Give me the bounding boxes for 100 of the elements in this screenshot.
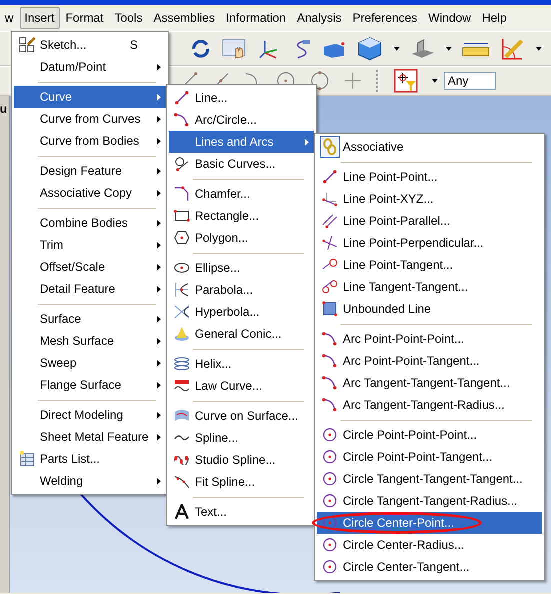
square-icon bbox=[322, 301, 338, 317]
crossing-lines-icon bbox=[322, 235, 338, 251]
menu-item[interactable]: Text... bbox=[169, 501, 314, 523]
menu-bar-item[interactable]: Analysis bbox=[292, 7, 347, 29]
menu-item[interactable]: Fit Spline... bbox=[169, 471, 314, 493]
menu-item[interactable]: Circle Center-Radius... bbox=[317, 534, 542, 556]
menu-item[interactable]: Line Point-Tangent... bbox=[317, 254, 542, 276]
rectangle-icon bbox=[174, 208, 190, 224]
wave-icon bbox=[174, 378, 190, 394]
circle-icon bbox=[322, 559, 338, 575]
menu-item[interactable]: Flange Surface bbox=[14, 374, 166, 396]
arc-icon bbox=[174, 112, 190, 128]
dropdown-arrow-icon[interactable] bbox=[536, 46, 542, 50]
dropdown-arrow-icon[interactable] bbox=[394, 46, 400, 50]
circle-line-icon bbox=[174, 156, 190, 172]
menu-item[interactable]: Parabola... bbox=[169, 279, 314, 301]
menu-item[interactable]: Curve bbox=[14, 86, 166, 108]
menu-bar-item[interactable]: Tools bbox=[110, 7, 148, 29]
menu-item[interactable]: Offset/Scale bbox=[14, 256, 166, 278]
menu-item[interactable]: Arc/Circle... bbox=[169, 109, 314, 131]
menu-item[interactable]: Hyperbola... bbox=[169, 301, 314, 323]
menu-item[interactable]: Line... bbox=[169, 87, 314, 109]
selection-filter-dropdown[interactable]: Any bbox=[444, 72, 496, 90]
menu-item[interactable]: Arc Tangent-Tangent-Tangent... bbox=[317, 372, 542, 394]
menu-bar-item[interactable]: Format bbox=[60, 7, 109, 29]
menu-bar-item[interactable]: Assemblies bbox=[148, 7, 220, 29]
menu-item[interactable]: Circle Point-Point-Point... bbox=[317, 424, 542, 446]
menu-item[interactable]: Spline... bbox=[169, 427, 314, 449]
shortcut-key: S bbox=[130, 38, 138, 52]
circles-line-icon bbox=[322, 279, 338, 295]
hand-icon[interactable] bbox=[222, 38, 248, 60]
menu-item[interactable]: Chamfer... bbox=[169, 183, 314, 205]
spline-points-icon bbox=[174, 455, 190, 465]
menu-item[interactable]: Welding bbox=[14, 470, 166, 492]
hyperbola-icon bbox=[174, 304, 190, 320]
menu-item[interactable]: Circle Center-Tangent... bbox=[317, 556, 542, 578]
menu-item[interactable]: Line Point-Parallel... bbox=[317, 210, 542, 232]
menu-item[interactable]: Curve on Surface... bbox=[169, 405, 314, 427]
menu-item[interactable]: Design Feature bbox=[14, 160, 166, 182]
protractor-icon[interactable] bbox=[500, 36, 526, 60]
menu-item[interactable]: Detail Feature bbox=[14, 278, 166, 300]
plate-icon[interactable] bbox=[410, 38, 436, 60]
parallel-lines-icon bbox=[322, 213, 338, 229]
menu-item[interactable]: Curve from Bodies bbox=[14, 130, 166, 152]
circle-icon bbox=[322, 493, 338, 509]
menu-item[interactable]: General Conic... bbox=[169, 323, 314, 345]
menu-item[interactable]: Polygon... bbox=[169, 227, 314, 249]
menu-item[interactable]: Circle Point-Point-Tangent... bbox=[317, 446, 542, 468]
dropdown-arrow-icon[interactable] bbox=[446, 46, 452, 50]
surface-curve-icon bbox=[174, 408, 190, 424]
menu-item[interactable]: Studio Spline... bbox=[169, 449, 314, 471]
menu-item[interactable]: Sheet Metal Feature bbox=[14, 426, 166, 448]
menu-item[interactable]: Sketch... S bbox=[14, 34, 166, 56]
helix-icon bbox=[174, 356, 190, 372]
circle-icon bbox=[322, 449, 338, 465]
parabola-icon bbox=[174, 282, 190, 298]
circle-icon bbox=[322, 537, 338, 553]
menu-item[interactable]: Surface bbox=[14, 308, 166, 330]
menu-item[interactable]: Line Point-XYZ... bbox=[317, 188, 542, 210]
arc-icon bbox=[322, 375, 338, 391]
rotate-icon[interactable] bbox=[190, 38, 212, 60]
menu-item[interactable]: Law Curve... bbox=[169, 375, 314, 397]
menu-bar-item[interactable]: Preferences bbox=[348, 7, 422, 29]
menu-bar-item[interactable]: Help bbox=[477, 7, 512, 29]
menu-item[interactable]: Direct Modeling bbox=[14, 404, 166, 426]
menu-item[interactable]: Circle Tangent-Tangent-Radius... bbox=[317, 490, 542, 512]
menu-item[interactable]: Trim bbox=[14, 234, 166, 256]
cone-icon bbox=[174, 326, 190, 342]
menu-item[interactable]: Unbounded Line bbox=[317, 298, 542, 320]
menu-item[interactable]: Lines and Arcs bbox=[169, 131, 314, 153]
menu-item[interactable]: Curve from Curves bbox=[14, 108, 166, 130]
menu-item[interactable]: Mesh Surface bbox=[14, 330, 166, 352]
menu-item[interactable]: Helix... bbox=[169, 353, 314, 375]
menu-item[interactable]: Parts List... bbox=[14, 448, 166, 470]
menu-item[interactable]: Arc Point-Point-Point... bbox=[317, 328, 542, 350]
menu-toggle-item[interactable]: Associative bbox=[317, 136, 542, 158]
menu-item[interactable]: Combine Bodies bbox=[14, 212, 166, 234]
menu-item[interactable]: Line Tangent-Tangent... bbox=[317, 276, 542, 298]
menu-item[interactable]: Line Point-Perpendicular... bbox=[317, 232, 542, 254]
filter-icon[interactable] bbox=[394, 69, 418, 93]
menu-item[interactable]: Associative Copy bbox=[14, 182, 166, 204]
menu-bar-item[interactable]: Window bbox=[424, 7, 476, 29]
menu-bar-item[interactable]: w bbox=[0, 7, 19, 29]
cube-icon[interactable] bbox=[356, 36, 384, 62]
menu-item[interactable]: Sweep bbox=[14, 352, 166, 374]
menu-bar-item[interactable]: Information bbox=[221, 7, 292, 29]
menu-item[interactable]: Ellipse... bbox=[169, 257, 314, 279]
menu-item[interactable]: Arc Point-Point-Tangent... bbox=[317, 350, 542, 372]
menu-item[interactable]: Arc Tangent-Tangent-Radius... bbox=[317, 394, 542, 416]
dropdown-arrow-icon[interactable] bbox=[432, 79, 438, 83]
menu-item[interactable]: Line Point-Point... bbox=[317, 166, 542, 188]
panel-label: u bbox=[0, 102, 8, 116]
menu-item[interactable]: Rectangle... bbox=[169, 205, 314, 227]
menu-item[interactable]: Circle Tangent-Tangent-Tangent... bbox=[317, 468, 542, 490]
menu-bar-item[interactable]: Insert bbox=[20, 7, 60, 29]
menu-item[interactable]: Basic Curves... bbox=[169, 153, 314, 175]
menu-item[interactable]: Datum/Point bbox=[14, 56, 166, 78]
circle-tool-icon[interactable] bbox=[310, 71, 330, 91]
sketch-icon bbox=[18, 37, 36, 53]
table-icon bbox=[18, 451, 36, 467]
